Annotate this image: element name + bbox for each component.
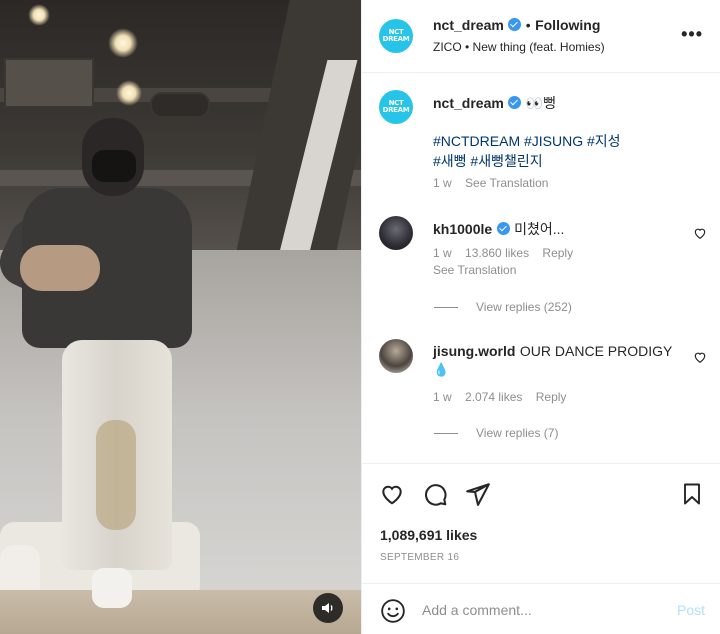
view-replies-button[interactable]: View replies (252) [434, 300, 572, 314]
audio-track[interactable]: ZICO • New thing (feat. Homies) [433, 40, 605, 54]
caption-line: nct_dream 👀뻥 [433, 93, 556, 113]
ceiling-light [108, 28, 138, 58]
following-button[interactable]: Following [535, 17, 600, 33]
sound-toggle-button[interactable] [313, 593, 343, 623]
caption-hashtags[interactable]: #새뻥 #새뻥챌린지 [433, 151, 543, 171]
comment-time: 1 w [433, 390, 452, 404]
ceiling-light [28, 4, 50, 26]
comment-time: 1 w [433, 246, 452, 260]
post-actions: 1,089,691 likes SEPTEMBER 16 [362, 463, 720, 583]
bookmark-icon[interactable] [680, 481, 704, 507]
dancer-pants-print [96, 420, 136, 530]
caption-avatar[interactable]: NCT DREAM [379, 90, 413, 124]
comment-likes[interactable]: 13.860 likes [465, 246, 529, 260]
caption-meta: 1 w See Translation [433, 176, 548, 190]
emoji-icon[interactable] [380, 598, 406, 624]
sound-icon [322, 603, 333, 613]
comment-username[interactable]: jisung.world [433, 343, 515, 359]
dancer-mask [92, 150, 136, 182]
comment-icon[interactable] [422, 481, 448, 507]
floor [0, 590, 361, 634]
see-translation-link[interactable]: See Translation [433, 263, 516, 277]
post-button[interactable]: Post [677, 602, 705, 618]
comment-text: OUR DANCE PRODIGY [519, 343, 673, 359]
ceiling-light [116, 80, 142, 106]
comment-meta: 1 w 2.074 likes Reply [433, 390, 566, 404]
divider [434, 432, 458, 434]
dancer-hands [20, 245, 100, 291]
caption-text: 👀뻥 [525, 95, 557, 111]
post-panel: NCT DREAM nct_dream • Following ZICO • N… [361, 0, 720, 634]
comment-likes[interactable]: 2.074 likes [465, 390, 522, 404]
verified-icon [508, 96, 522, 109]
caption-username[interactable]: nct_dream [433, 95, 504, 111]
post-header: NCT DREAM nct_dream • Following ZICO • N… [362, 0, 720, 73]
account-username[interactable]: nct_dream [433, 17, 504, 33]
comment-meta: 1 w 13.860 likes Reply [433, 246, 573, 260]
comment-text: 미쳤어... [514, 221, 565, 237]
comment-username[interactable]: kh1000le [433, 221, 492, 237]
reply-button[interactable]: Reply [542, 246, 573, 260]
comment-composer: Add a comment... Post [362, 583, 720, 634]
account-avatar[interactable]: NCT DREAM [379, 19, 413, 53]
post-date: SEPTEMBER 16 [380, 552, 460, 563]
see-translation-link[interactable]: See Translation [465, 176, 548, 190]
caption-hashtags[interactable]: #NCTDREAM #JISUNG #지성 [433, 131, 621, 151]
view-replies-button[interactable]: View replies (7) [434, 426, 558, 440]
separator-dot: • [525, 17, 531, 33]
more-icon[interactable]: ••• [681, 24, 703, 45]
dancer-shoe [92, 568, 132, 608]
reel-video[interactable] [0, 0, 361, 634]
heart-icon[interactable] [693, 350, 707, 364]
heart-icon[interactable] [693, 226, 707, 240]
heart-icon[interactable] [379, 481, 405, 507]
ceiling-vent [4, 58, 94, 108]
comment-emoji: 💧 [433, 362, 450, 377]
comment-line: jisung.world OUR DANCE PRODIGY [433, 343, 672, 361]
ceiling-vent [150, 92, 210, 118]
reply-button[interactable]: Reply [536, 390, 567, 404]
view-replies-label: View replies (252) [476, 300, 572, 314]
view-replies-label: View replies (7) [476, 426, 559, 440]
avatar[interactable] [379, 216, 413, 250]
comments-section[interactable]: NCT DREAM nct_dream 👀뻥 #NCTDREAM #JISUNG… [362, 73, 720, 463]
verified-icon [508, 18, 522, 31]
comment-input[interactable]: Add a comment... [422, 602, 532, 618]
caption-time: 1 w [433, 176, 452, 190]
avatar-logo-text: NCT DREAM [382, 99, 410, 114]
likes-count[interactable]: 1,089,691 likes [380, 527, 477, 543]
comment-line: kh1000le 미쳤어... [433, 219, 564, 239]
share-icon[interactable] [465, 481, 491, 507]
avatar-logo-text: NCT DREAM [382, 28, 410, 43]
avatar[interactable] [379, 339, 413, 373]
verified-icon [496, 222, 510, 235]
divider [434, 306, 458, 308]
